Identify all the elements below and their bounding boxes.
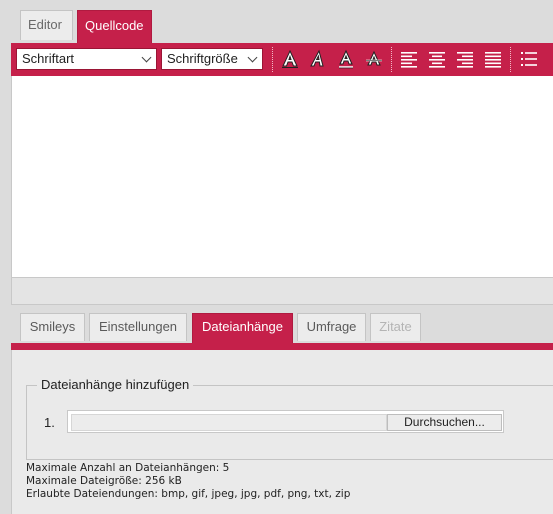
bold-icon [282,49,298,68]
align-center-button[interactable] [426,48,448,70]
attachment-row-number: 1. [44,415,55,430]
tab-source-code[interactable]: Quellcode [77,10,152,44]
tab-quotes: Zitate [370,313,421,341]
bold-button[interactable] [279,48,301,70]
underline-button[interactable] [335,48,357,70]
font-family-select[interactable]: Schriftart [16,48,157,70]
toolbar-separator [510,47,511,72]
max-filesize-info: Maximale Dateigröße: 256 kB [26,475,182,487]
editor-status-bar [11,278,553,305]
align-right-button[interactable] [454,48,476,70]
font-size-select[interactable]: Schriftgröße [161,48,263,70]
toolbar-separator [272,47,273,72]
align-right-icon [457,52,473,68]
italic-icon [310,49,324,67]
tab-poll[interactable]: Umfrage [297,313,366,341]
align-left-icon [401,52,417,68]
strikethrough-button[interactable] [363,48,385,70]
tab-settings[interactable]: Einstellungen [89,313,187,341]
file-path-input[interactable] [71,414,387,431]
font-size-value: Schriftgröße [167,51,238,66]
editor-text-area[interactable] [11,76,553,278]
align-center-icon [429,52,445,68]
align-justify-icon [485,52,501,68]
tab-smileys[interactable]: Smileys [20,313,85,341]
underline-icon [339,49,353,69]
max-attachments-info: Maximale Anzahl an Dateianhängen: 5 [26,462,230,474]
tab-content-divider [11,343,553,350]
editor-toolbar: Schriftart Schriftgröße [11,43,553,76]
toolbar-separator [391,47,392,72]
browse-button[interactable]: Durchsuchen... [387,414,502,431]
tab-attachments[interactable]: Dateianhänge [192,313,293,345]
align-left-button[interactable] [398,48,420,70]
bulleted-list-button[interactable] [518,48,540,70]
chevron-down-icon [141,52,152,63]
allowed-extensions-info: Erlaubte Dateiendungen: bmp, gif, jpeg, … [26,488,351,500]
strikethrough-icon [366,50,382,66]
chevron-down-icon [247,52,258,63]
bulleted-list-icon [521,52,537,66]
tab-editor[interactable]: Editor [20,10,73,40]
attachments-legend: Dateianhänge hinzufügen [37,377,194,392]
italic-button[interactable] [306,48,328,70]
align-justify-button[interactable] [482,48,504,70]
font-family-value: Schriftart [22,51,75,66]
